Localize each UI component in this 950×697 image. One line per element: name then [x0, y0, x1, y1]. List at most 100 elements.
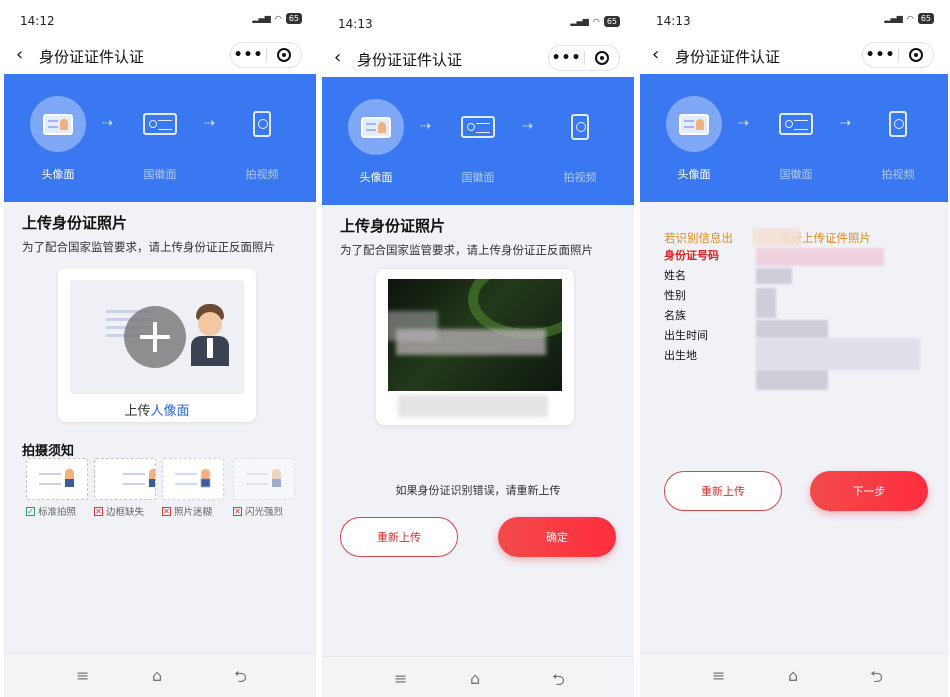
- reupload-button[interactable]: 重新上传: [664, 471, 782, 511]
- step-label-front: 头像面: [359, 171, 393, 184]
- cross-icon: ✕: [94, 506, 103, 516]
- nav-bar: ‹ 身份证证件认证 •••: [322, 41, 634, 77]
- page-title: 身份证证件认证: [357, 51, 463, 69]
- step-arrow-icon: ⇢: [420, 119, 431, 134]
- redacted-id-number: [756, 248, 884, 266]
- back-icon[interactable]: ⮌: [234, 666, 247, 693]
- record-icon[interactable]: [585, 51, 619, 65]
- more-dots-icon[interactable]: •••: [863, 47, 898, 63]
- screens-container: 14:12 ▂▄▆ ◠ 65 ‹ 身份证证件认证 ••• ⇢ ⇢ 头像面 国徽面…: [0, 0, 950, 697]
- tip-border-missing: ✕ 边框缺失: [94, 458, 156, 518]
- step-arrow-icon: ⇢: [522, 119, 533, 134]
- miniapp-capsule: •••: [230, 42, 302, 68]
- redacted-warning-area: [752, 228, 800, 246]
- page-title: 身份证证件认证: [39, 48, 145, 66]
- system-icons: ▂▄▆ ◠ 65: [570, 16, 620, 27]
- screen-recognition-result: 14:13 ▂▄▆ ◠ 65 ‹ 身份证证件认证 ••• ⇢ ⇢ 头像面 国徽面…: [640, 0, 948, 697]
- tip-label: 标准拍照: [38, 507, 77, 518]
- home-icon[interactable]: ⌂: [470, 669, 480, 688]
- upload-label: 上传人像面: [58, 400, 256, 419]
- battery-icon: 65: [603, 16, 620, 27]
- upload-label-highlight: 人像面: [150, 404, 190, 419]
- tip-label: 闪光强烈: [245, 507, 284, 518]
- miniapp-capsule: •••: [548, 45, 620, 71]
- tip-standard: ✓ 标准拍照: [26, 458, 88, 518]
- nav-bar: ‹ 身份证证件认证 •••: [640, 38, 948, 74]
- field-gender: 性别: [664, 289, 686, 302]
- page-title: 身份证证件认证: [675, 48, 781, 66]
- back-arrow-icon[interactable]: ‹: [652, 44, 659, 66]
- wifi-icon: ◠: [906, 14, 914, 23]
- warning-left: 若识别信息出: [664, 231, 733, 245]
- status-bar: 14:13 ▂▄▆ ◠ 65: [322, 3, 634, 41]
- photo-redacted-area: [398, 395, 548, 417]
- id-front-icon: [666, 96, 722, 152]
- upload-front-card[interactable]: 上传人像面: [58, 268, 256, 422]
- upload-placeholder: [70, 280, 244, 394]
- status-time: 14:12: [20, 14, 55, 28]
- reupload-button[interactable]: 重新上传: [340, 517, 458, 557]
- section-description: 为了配合国家监管要求，请上传身份证正反面照片: [22, 240, 275, 254]
- video-icon: [870, 96, 926, 152]
- nav-bar: ‹ 身份证证件认证 •••: [4, 38, 316, 74]
- cross-icon: ✕: [162, 506, 171, 516]
- back-arrow-icon[interactable]: ‹: [16, 44, 23, 66]
- more-dots-icon[interactable]: •••: [231, 47, 266, 63]
- id-emblem-icon: [132, 96, 188, 152]
- step-arrow-icon: ⇢: [840, 116, 851, 131]
- uploaded-id-photo[interactable]: [376, 269, 574, 425]
- step-label-front: 头像面: [677, 168, 711, 181]
- wifi-icon: ◠: [274, 14, 282, 23]
- video-icon: [552, 99, 608, 155]
- back-arrow-icon[interactable]: ‹: [334, 47, 341, 69]
- battery-icon: 65: [917, 13, 934, 24]
- system-icons: ▂▄▆ ◠ 65: [884, 13, 934, 24]
- video-icon: [234, 96, 290, 152]
- tip-label: 边框缺失: [106, 507, 145, 518]
- check-icon: ✓: [26, 506, 35, 516]
- confirm-button[interactable]: 确定: [498, 517, 616, 557]
- step-arrow-icon: ⇢: [738, 116, 749, 131]
- record-icon[interactable]: [899, 48, 933, 62]
- tip-standard-image: [26, 458, 88, 500]
- step-label-video: 拍视频: [881, 168, 915, 181]
- step-label-video: 拍视频: [563, 171, 597, 184]
- step-arrow-icon: ⇢: [204, 116, 215, 131]
- android-nav-bar: ≡ ⌂ ⮌: [640, 653, 948, 697]
- step-indicator: ⇢ ⇢ 头像面 国徽面 拍视频: [640, 74, 948, 202]
- signal-icon: ▂▄▆: [884, 14, 903, 23]
- step-label-emblem: 国徽面: [461, 171, 495, 184]
- section-description: 为了配合国家监管要求，请上传身份证正反面照片: [340, 243, 593, 257]
- miniapp-capsule: •••: [862, 42, 934, 68]
- wifi-icon: ◠: [592, 17, 600, 26]
- field-name: 姓名: [664, 269, 686, 282]
- back-icon[interactable]: ⮌: [552, 669, 565, 696]
- menu-icon[interactable]: ≡: [394, 669, 407, 688]
- back-icon[interactable]: ⮌: [870, 666, 883, 693]
- record-icon[interactable]: [267, 48, 301, 62]
- home-icon[interactable]: ⌂: [152, 666, 162, 685]
- step-label-emblem: 国徽面: [779, 168, 813, 181]
- section-title: 上传身份证照片: [22, 214, 128, 232]
- status-bar: 14:12 ▂▄▆ ◠ 65: [4, 0, 316, 38]
- battery-icon: 65: [285, 13, 302, 24]
- step-arrow-icon: ⇢: [102, 116, 113, 131]
- next-button[interactable]: 下一步: [810, 471, 928, 511]
- tip-label: 照片迷糊: [174, 507, 213, 518]
- redacted-name: [756, 268, 792, 284]
- tip-blurry: ✕ 照片迷糊: [162, 458, 224, 518]
- redacted-birth-date: [756, 320, 828, 338]
- signal-icon: ▂▄▆: [570, 17, 589, 26]
- tip-blurry-image: [162, 458, 224, 500]
- id-photo-image: [388, 279, 562, 391]
- plus-icon: [124, 306, 186, 368]
- menu-icon[interactable]: ≡: [76, 666, 89, 685]
- android-nav-bar: ≡ ⌂ ⮌: [4, 653, 316, 697]
- system-icons: ▂▄▆ ◠ 65: [252, 13, 302, 24]
- home-icon[interactable]: ⌂: [788, 666, 798, 685]
- step-label-emblem: 国徽面: [143, 168, 177, 181]
- tip-border-image: [94, 458, 156, 500]
- more-dots-icon[interactable]: •••: [549, 50, 584, 66]
- menu-icon[interactable]: ≡: [712, 666, 725, 685]
- step-label-video: 拍视频: [245, 168, 279, 181]
